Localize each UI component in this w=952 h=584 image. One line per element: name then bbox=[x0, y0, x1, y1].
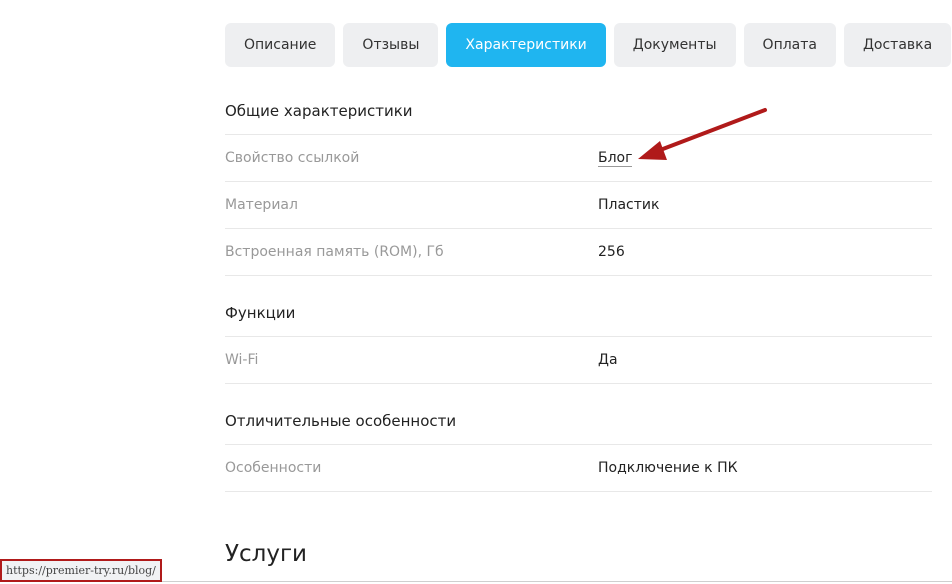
tab-reviews[interactable]: Отзывы bbox=[343, 23, 439, 67]
group-title-functions: Функции bbox=[225, 276, 932, 337]
spec-value: Пластик bbox=[598, 197, 660, 213]
spec-row: Wi-Fi Да bbox=[225, 337, 932, 384]
spec-row: Материал Пластик bbox=[225, 182, 932, 229]
tab-payment[interactable]: Оплата bbox=[743, 23, 836, 67]
specifications-table: Общие характеристики Свойство ссылкой Бл… bbox=[225, 88, 932, 492]
spec-name: Материал bbox=[225, 197, 298, 213]
spec-value: 256 bbox=[598, 244, 625, 260]
spec-row: Особенности Подключение к ПК bbox=[225, 445, 932, 492]
spec-name: Встроенная память (ROM), Гб bbox=[225, 244, 444, 260]
spec-row: Свойство ссылкой Блог bbox=[225, 135, 932, 182]
spec-row: Встроенная память (ROM), Гб 256 bbox=[225, 229, 932, 276]
spec-value: Да bbox=[598, 352, 618, 368]
group-title-features: Отличительные особенности bbox=[225, 384, 932, 445]
page: Описание Отзывы Характеристики Документы… bbox=[0, 0, 952, 584]
tab-description[interactable]: Описание bbox=[225, 23, 336, 67]
tab-delivery[interactable]: Доставка bbox=[843, 23, 952, 67]
tab-specifications[interactable]: Характеристики bbox=[446, 23, 606, 67]
spec-value-link[interactable]: Блог bbox=[598, 150, 633, 167]
spec-name: Особенности bbox=[225, 460, 322, 476]
spec-name: Свойство ссылкой bbox=[225, 150, 360, 166]
status-bar-url: https://premier-try.ru/blog/ bbox=[0, 559, 162, 582]
spec-name: Wi-Fi bbox=[225, 352, 259, 368]
group-title-general: Общие характеристики bbox=[225, 88, 932, 135]
tab-documents[interactable]: Документы bbox=[613, 23, 736, 67]
divider bbox=[160, 581, 952, 582]
services-heading: Услуги bbox=[225, 541, 308, 567]
spec-value: Подключение к ПК bbox=[598, 460, 738, 476]
tab-bar: Описание Отзывы Характеристики Документы… bbox=[225, 23, 952, 67]
